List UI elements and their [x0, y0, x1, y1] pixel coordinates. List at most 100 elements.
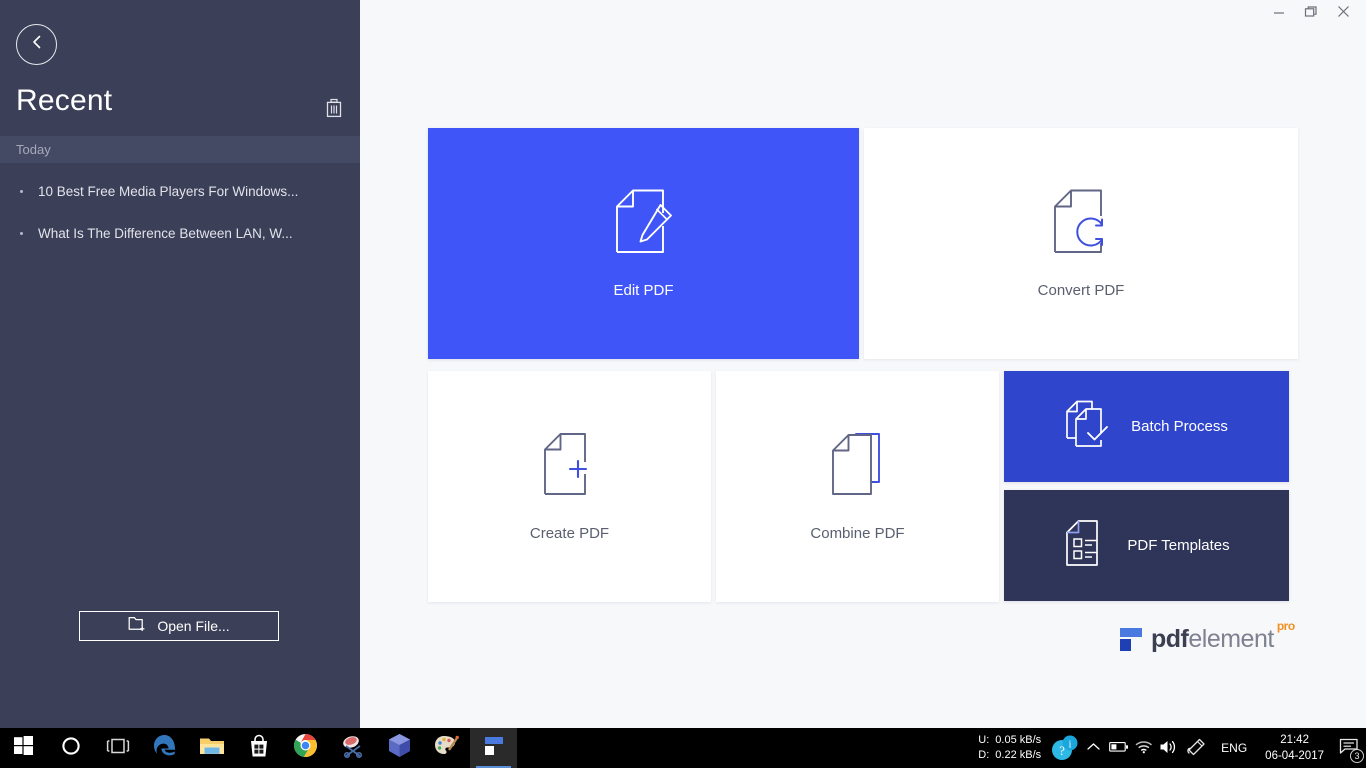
chrome-icon: [293, 733, 318, 763]
tile-label: Edit PDF: [613, 282, 673, 299]
chevron-up-icon: [1087, 742, 1100, 754]
wifi-button[interactable]: [1131, 728, 1156, 768]
tile-create-pdf[interactable]: Create PDF: [428, 371, 711, 602]
document-plus-icon: [541, 431, 599, 497]
tile-edit-pdf[interactable]: Edit PDF: [428, 128, 859, 359]
chevron-left-icon: [30, 34, 44, 55]
bullet-icon: [20, 232, 23, 235]
store-bag-icon: [248, 734, 270, 763]
brand-element-text: element: [1188, 625, 1273, 653]
system-tray: U: D: 0.05 kB/s 0.22 kB/s ? i: [978, 728, 1366, 768]
info-notification-icon[interactable]: ? i: [1047, 728, 1081, 768]
document-pencil-icon: [613, 188, 675, 254]
show-hidden-icons-button[interactable]: [1081, 728, 1106, 768]
recent-item-label: 10 Best Free Media Players For Windows..…: [38, 184, 298, 199]
file-explorer-button[interactable]: [188, 728, 235, 768]
upload-value: 0.05 kB/s: [995, 733, 1041, 748]
edge-icon: [152, 733, 178, 764]
list-item[interactable]: 10 Best Free Media Players For Windows..…: [0, 170, 360, 212]
chrome-button[interactable]: [282, 728, 329, 768]
tile-combine-pdf[interactable]: Combine PDF: [716, 371, 999, 602]
wifi-icon: [1135, 740, 1153, 757]
windows-logo-icon: [14, 736, 33, 760]
pdfelement-icon: [483, 734, 505, 763]
open-file-label: Open File...: [157, 618, 229, 634]
pdfelement-logo: pdfelementpro: [1120, 626, 1295, 652]
restore-button[interactable]: [1296, 0, 1326, 28]
trash-icon: [322, 107, 346, 124]
task-view-button[interactable]: [94, 728, 141, 768]
minimize-icon: [1273, 5, 1285, 23]
circle-icon: [61, 736, 81, 761]
folder-plus-icon: [128, 615, 147, 637]
close-icon: [1337, 5, 1350, 23]
recent-sidebar: Recent Today 10 Best Free Media Players …: [0, 0, 360, 728]
palette-icon: [434, 734, 459, 763]
tiles-stack-column: Batch Process: [1004, 371, 1289, 602]
microsoft-store-button[interactable]: [235, 728, 282, 768]
brand-pro-text: pro: [1277, 619, 1295, 633]
back-button[interactable]: [16, 24, 57, 65]
pdfelement-mark-icon: [1120, 626, 1142, 652]
pen-workspace-icon: [1185, 737, 1207, 760]
cube-icon: [388, 733, 411, 763]
recent-item-label: What Is The Difference Between LAN, W...: [38, 226, 293, 241]
recent-group-header: Today: [0, 136, 360, 163]
brand-pdf-text: pdf: [1151, 625, 1188, 653]
close-button[interactable]: [1328, 0, 1358, 28]
battery-icon: [1109, 741, 1129, 756]
tile-label: Batch Process: [1131, 418, 1228, 435]
task-view-icon: [106, 737, 130, 760]
document-list-icon: [1063, 519, 1105, 572]
folder-icon: [199, 735, 225, 762]
tile-label: Create PDF: [530, 525, 609, 542]
scissors-icon: [340, 734, 365, 763]
application-window: Recent Today 10 Best Free Media Players …: [0, 0, 1366, 768]
list-item[interactable]: What Is The Difference Between LAN, W...: [0, 212, 360, 254]
minimize-button[interactable]: [1264, 0, 1294, 28]
network-speed-indicator[interactable]: U: D: 0.05 kB/s 0.22 kB/s: [978, 733, 1041, 763]
tile-pdf-templates[interactable]: PDF Templates: [1004, 490, 1289, 601]
tile-batch-process[interactable]: Batch Process: [1004, 371, 1289, 482]
volume-button[interactable]: [1156, 728, 1181, 768]
recent-file-list: 10 Best Free Media Players For Windows..…: [0, 170, 360, 254]
clear-recent-button[interactable]: [322, 96, 346, 120]
upload-label: U:: [978, 733, 989, 748]
documents-check-icon: [1065, 400, 1109, 453]
language-indicator[interactable]: ENG: [1211, 741, 1257, 755]
document-refresh-icon: [1050, 188, 1112, 254]
tile-label: Combine PDF: [810, 525, 904, 542]
cortana-button[interactable]: [47, 728, 94, 768]
edge-button[interactable]: [141, 728, 188, 768]
battery-button[interactable]: [1106, 728, 1131, 768]
paint3d-button[interactable]: [423, 728, 470, 768]
tile-label: Convert PDF: [1038, 282, 1125, 299]
page-title: Recent: [16, 84, 112, 118]
clock-date: 06-04-2017: [1265, 748, 1324, 764]
open-file-button[interactable]: Open File...: [79, 611, 279, 641]
snipping-tool-button[interactable]: [329, 728, 376, 768]
clock[interactable]: 21:42 06-04-2017: [1257, 732, 1332, 764]
tiles-row-top: Edit PDF Convert PDF: [428, 128, 1298, 359]
tile-convert-pdf[interactable]: Convert PDF: [864, 128, 1298, 359]
clock-time: 21:42: [1265, 732, 1324, 748]
volume-icon: [1159, 739, 1178, 758]
notification-badge: 3: [1350, 749, 1364, 763]
builder3d-button[interactable]: [376, 728, 423, 768]
action-tiles: Edit PDF Convert PDF: [428, 128, 1298, 602]
start-button[interactable]: [0, 728, 47, 768]
restore-icon: [1304, 5, 1318, 24]
download-label: D:: [978, 748, 989, 763]
window-controls: [1264, 0, 1358, 28]
pen-workspace-button[interactable]: [1181, 728, 1211, 768]
action-center-button[interactable]: 3: [1332, 728, 1366, 768]
bullet-icon: [20, 190, 23, 193]
main-content: Edit PDF Convert PDF: [360, 0, 1366, 728]
svg-text:i: i: [1069, 740, 1072, 751]
documents-stack-icon: [829, 431, 887, 497]
recent-group-label: Today: [16, 142, 51, 157]
pdfelement-button[interactable]: [470, 728, 517, 768]
tile-label: PDF Templates: [1127, 537, 1229, 554]
brand-wordmark: pdfelementpro: [1151, 627, 1295, 652]
download-value: 0.22 kB/s: [995, 748, 1041, 763]
